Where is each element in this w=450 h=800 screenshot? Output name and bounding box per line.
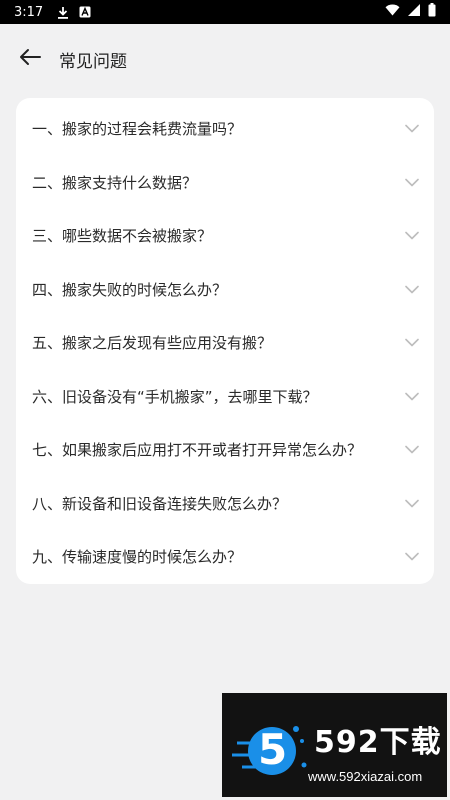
chevron-down-icon (404, 495, 420, 511)
faq-item-2[interactable]: 二、搬家支持什么数据？ (16, 156, 434, 210)
faq-item-label: 六、旧设备没有“手机搬家”，去哪里下载？ (32, 387, 318, 406)
header: 常见问题 (0, 24, 450, 94)
faq-item-label: 七、如果搬家后应用打不开或者打开异常怎么办？ (32, 441, 363, 460)
signal-icon (408, 4, 420, 20)
faq-item-9[interactable]: 九、传输速度慢的时候怎么办？ (16, 530, 434, 584)
battery-icon (428, 3, 436, 21)
status-right-icons (385, 3, 436, 21)
chevron-down-icon (404, 442, 420, 458)
watermark-url: www.592xiazai.com (308, 769, 423, 784)
status-time: 3:17 (14, 4, 44, 20)
faq-item-1[interactable]: 一、搬家的过程会耗费流量吗？ (16, 102, 434, 156)
arrow-left-icon (18, 48, 42, 70)
faq-item-label: 四、搬家失败的时候怎么办？ (32, 280, 228, 299)
faq-item-6[interactable]: 六、旧设备没有“手机搬家”，去哪里下载？ (16, 370, 434, 424)
chevron-down-icon (404, 174, 420, 190)
faq-item-label: 九、传输速度慢的时候怎么办？ (32, 548, 243, 567)
chevron-down-icon (404, 121, 420, 137)
faq-item-label: 五、搬家之后发现有些应用没有搬？ (32, 334, 273, 353)
chevron-down-icon (404, 549, 420, 565)
faq-item-5[interactable]: 五、搬家之后发现有些应用没有搬？ (16, 316, 434, 370)
faq-item-4[interactable]: 四、搬家失败的时候怎么办？ (16, 263, 434, 317)
faq-item-label: 八、新设备和旧设备连接失败怎么办？ (32, 494, 288, 513)
faq-item-label: 三、哪些数据不会被搬家？ (32, 227, 213, 246)
status-bar: 3:17 (0, 0, 450, 24)
wifi-icon (385, 4, 400, 20)
chevron-down-icon (404, 281, 420, 297)
watermark: 5 592下载 www.592xiazai.com (222, 693, 447, 797)
faq-item-label: 一、搬家的过程会耗费流量吗？ (32, 120, 243, 139)
page-title: 常见问题 (59, 51, 127, 72)
faq-item-7[interactable]: 七、如果搬家后应用打不开或者打开异常怎么办？ (16, 423, 434, 477)
a-notification-icon (79, 6, 91, 18)
back-button[interactable] (16, 45, 44, 73)
chevron-down-icon (404, 228, 420, 244)
faq-item-3[interactable]: 三、哪些数据不会被搬家？ (16, 209, 434, 263)
faq-card: 一、搬家的过程会耗费流量吗？ 二、搬家支持什么数据？ 三、哪些数据不会被搬家？ 四、搬… (16, 98, 434, 584)
chevron-down-icon (404, 388, 420, 404)
faq-item-label: 二、搬家支持什么数据？ (32, 173, 198, 192)
faq-item-8[interactable]: 八、新设备和旧设备连接失败怎么办？ (16, 477, 434, 531)
watermark-brand: 592下载 (314, 725, 442, 760)
download-icon (57, 6, 69, 19)
watermark-logo-text: 5 (258, 725, 288, 774)
chevron-down-icon (404, 335, 420, 351)
